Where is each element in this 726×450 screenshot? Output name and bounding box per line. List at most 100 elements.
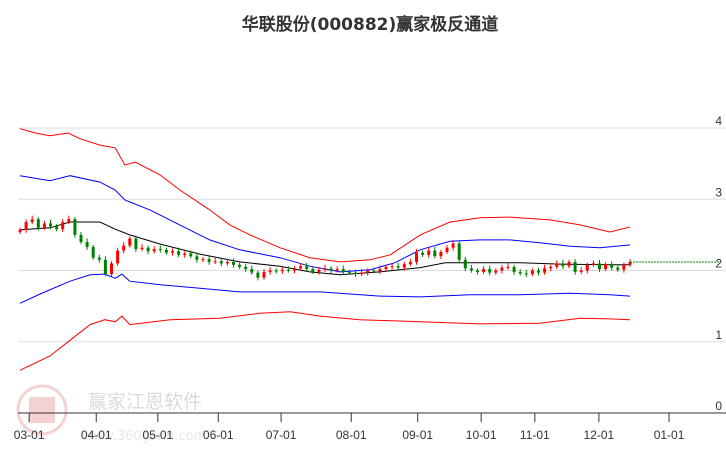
candle-body — [280, 269, 284, 272]
candle-body — [201, 259, 205, 261]
candle-body — [335, 269, 339, 271]
candle-body — [49, 223, 52, 227]
candle-body — [55, 226, 59, 230]
candle-body — [567, 261, 571, 267]
candle-body — [427, 250, 431, 255]
candle-body — [195, 256, 199, 260]
candle — [311, 266, 315, 275]
candle-body — [110, 263, 113, 275]
candle — [610, 261, 614, 271]
candle-body — [555, 263, 559, 267]
candle-body — [360, 272, 364, 275]
candle — [164, 247, 168, 255]
candle-body — [616, 267, 620, 270]
candle-body — [225, 261, 229, 264]
candle — [18, 227, 22, 235]
candle-body — [390, 266, 394, 268]
candle-body — [61, 222, 65, 230]
candle — [207, 256, 211, 265]
candle-body — [128, 238, 132, 246]
candle — [232, 258, 235, 268]
candle — [561, 259, 565, 270]
candle-body — [366, 270, 370, 273]
candle-body — [250, 269, 254, 273]
candle-body — [274, 270, 278, 272]
candle — [482, 266, 486, 275]
x-tick-label: 07-01 — [266, 428, 297, 442]
y-tick-label: 0 — [715, 399, 722, 413]
candle-body — [317, 269, 321, 272]
y-tick-label: 4 — [715, 114, 722, 128]
candle-body — [598, 263, 601, 270]
candle — [171, 248, 174, 256]
candle-body — [67, 219, 71, 223]
candle — [512, 264, 516, 275]
candle-body — [408, 261, 412, 265]
candle — [408, 259, 412, 267]
candle-body — [372, 270, 376, 272]
candle — [530, 268, 534, 277]
y-tick-label: 2 — [715, 257, 722, 271]
candle — [152, 246, 156, 254]
candle-body — [42, 223, 46, 228]
candle-body — [585, 264, 589, 271]
candle-body — [79, 234, 83, 242]
candle — [91, 244, 95, 260]
candle-body — [116, 250, 120, 264]
candle-body — [238, 264, 242, 267]
grid: 0 1 2 3 4 — [18, 114, 726, 413]
candle-body — [610, 264, 614, 268]
candle-body — [543, 268, 547, 273]
candle-body — [476, 270, 479, 272]
candle — [293, 266, 296, 274]
candle — [268, 266, 272, 275]
candle-body — [152, 249, 156, 252]
candle — [427, 247, 431, 258]
candle — [622, 262, 626, 273]
candle — [97, 254, 101, 263]
candle — [341, 265, 345, 275]
x-tick-label: 06-01 — [203, 428, 234, 442]
candle — [506, 263, 510, 270]
candle — [573, 259, 577, 275]
candle-body — [177, 251, 181, 255]
candle — [79, 232, 83, 245]
candle — [591, 260, 595, 267]
candle-body — [103, 259, 107, 275]
watermark: 赢家江恩软件 www.360gann.com — [16, 384, 206, 444]
candle — [274, 268, 278, 274]
candle-body — [97, 257, 101, 260]
candle — [445, 244, 449, 255]
candle — [183, 251, 187, 258]
candle-body — [164, 249, 168, 253]
candle — [134, 235, 138, 252]
candle — [628, 259, 632, 267]
candle-body — [500, 267, 504, 271]
candle-body — [146, 247, 150, 252]
candle — [158, 245, 162, 253]
candle-body — [323, 268, 327, 270]
candle-body — [451, 243, 455, 248]
candle-body — [488, 269, 492, 273]
candle-body — [213, 261, 217, 263]
line-upper_inner — [19, 175, 631, 273]
candle — [457, 241, 461, 262]
candle-body — [439, 251, 443, 257]
candle-body — [286, 269, 290, 271]
line-lower_outer — [19, 311, 631, 371]
candle — [579, 266, 583, 275]
candle — [30, 215, 34, 225]
candle — [396, 262, 400, 270]
candle — [494, 268, 498, 275]
candle-body — [354, 272, 357, 275]
candle-body — [73, 219, 77, 235]
x-tick-label: 10-01 — [466, 428, 497, 442]
candle-body — [24, 222, 28, 230]
candle — [219, 259, 223, 267]
channel-lines — [19, 128, 631, 371]
x-tick-label: 08-01 — [336, 428, 367, 442]
candle-body — [591, 263, 595, 265]
candle-body — [140, 247, 144, 250]
candle-body — [561, 263, 565, 267]
candle — [476, 268, 479, 275]
